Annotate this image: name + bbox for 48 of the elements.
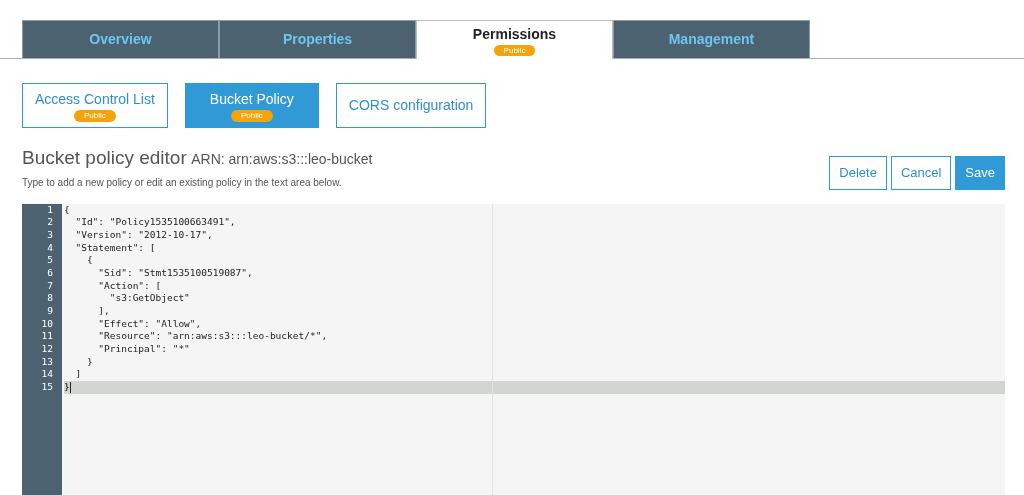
action-button[interactable]: Save <box>955 156 1005 190</box>
line-number: 14 <box>40 368 54 382</box>
line-number: 5 <box>46 254 54 267</box>
line-number: 3 <box>46 228 54 242</box>
line-number: 10 <box>40 317 54 331</box>
tab[interactable]: Permissions Public <box>416 20 613 59</box>
hint-text: Type to add a new policy or edit an existing policy in the text area below. <box>22 175 343 190</box>
status-badge: Public <box>493 44 536 57</box>
status-badge: Public <box>230 110 273 122</box>
line-number: 7 <box>46 279 54 293</box>
line-number: 11 <box>40 330 54 344</box>
tab[interactable]: Properties <box>219 20 416 58</box>
code-line: } <box>85 355 93 367</box>
action-button[interactable]: Cancel <box>890 156 952 190</box>
code-editor[interactable] <box>62 203 1005 495</box>
code-line: "Version": "2012-10-17", <box>74 228 213 240</box>
code-line: "Statement": [ <box>74 241 156 253</box>
line-number: 6 <box>46 266 54 280</box>
editor-title: Bucket policy editor <box>22 147 187 168</box>
code-line: "Effect": "Allow", <box>97 317 202 329</box>
code-line: ] <box>74 368 82 380</box>
line-number: 1 <box>46 203 54 217</box>
sub-tab[interactable]: Bucket Policy Public <box>184 83 319 128</box>
tab[interactable]: Management <box>613 20 810 58</box>
sub-tab[interactable]: Access Control List Public <box>22 83 168 128</box>
sub-tab[interactable]: CORS configuration <box>335 83 487 128</box>
code-line: ], <box>97 305 110 316</box>
status-badge: Public <box>74 110 116 122</box>
code-line: "s3:GetObject" <box>108 292 190 304</box>
arn-text: ARN: arn:aws:s3:::leo-bucket <box>191 151 373 167</box>
text-cursor <box>69 382 71 394</box>
code-line: "Action": [ <box>97 279 162 291</box>
line-number: 13 <box>40 355 54 369</box>
code-line: } <box>64 381 70 393</box>
code-line: "Resource": "arn:aws:s3:::leo-bucket/*", <box>97 330 328 342</box>
code-line: "Sid": "Stmt1535100519087", <box>97 266 253 278</box>
code-line: { <box>64 203 70 215</box>
line-number: 15 <box>40 381 54 394</box>
line-number: 12 <box>40 343 54 356</box>
line-number: 2 <box>46 216 54 229</box>
line-number: 8 <box>46 292 54 305</box>
code-line: "Principal": "*" <box>97 343 190 355</box>
line-number: 4 <box>46 241 54 255</box>
line-number: 9 <box>46 305 54 318</box>
code-line: { <box>85 254 93 266</box>
code-line: "Id": "Policy1535100663491", <box>74 216 236 228</box>
tab[interactable]: Overview <box>22 20 219 58</box>
action-button[interactable]: Delete <box>829 156 887 190</box>
